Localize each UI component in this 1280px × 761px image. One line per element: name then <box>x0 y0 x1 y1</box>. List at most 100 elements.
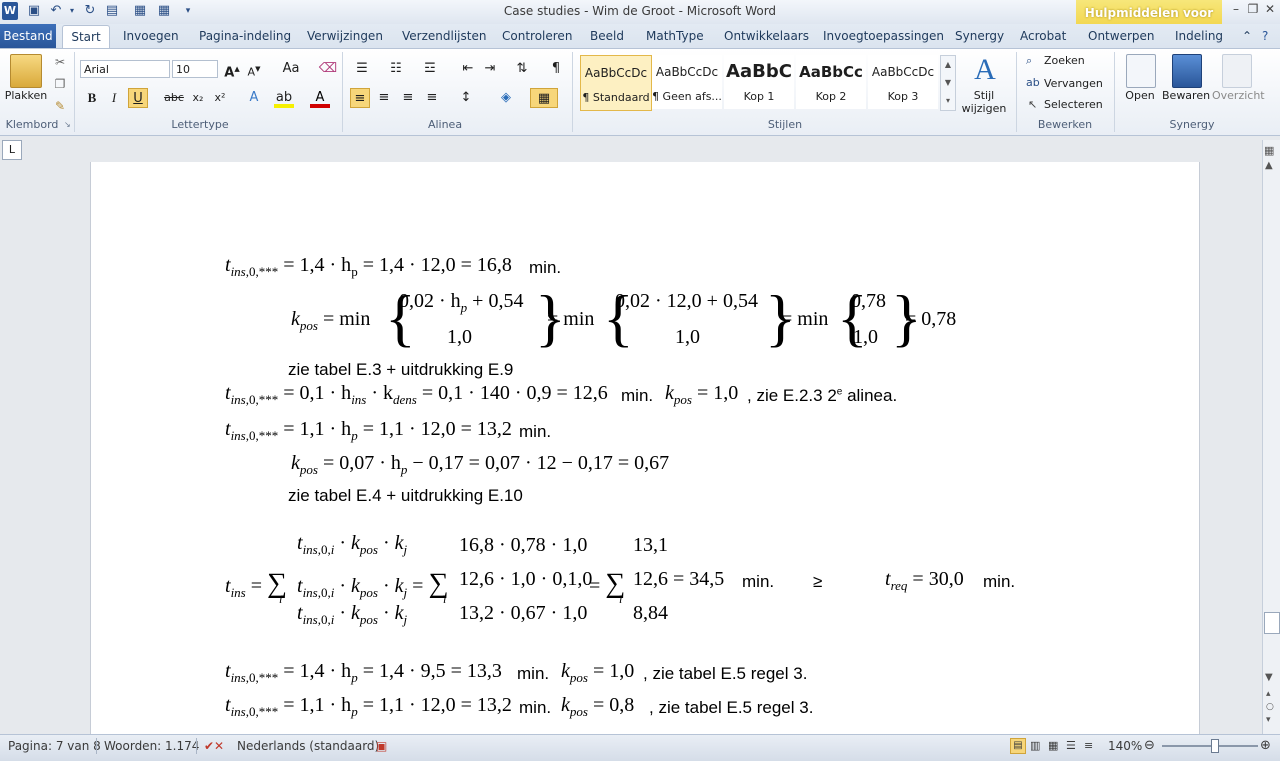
print-layout-icon[interactable]: ▤ <box>104 3 120 19</box>
sort-icon[interactable]: ⇅ <box>512 59 532 79</box>
tab-selector[interactable]: L <box>2 140 22 160</box>
multilevel-list-icon[interactable]: ☲ <box>420 59 440 79</box>
browse-icons[interactable]: ▴ ○ ▾ <box>1266 688 1274 727</box>
align-right-icon[interactable]: ≡ <box>398 88 418 108</box>
synergy-overview-button[interactable]: Overzicht <box>1212 89 1265 102</box>
undo-dropdown-icon[interactable]: ▾ <box>64 3 80 19</box>
ruler-toggle-icon[interactable]: ▦ <box>1264 144 1274 157</box>
customize-toolbar-icon[interactable]: ▾ <box>180 3 196 19</box>
outline-view-icon[interactable]: ☰ <box>1066 738 1076 754</box>
tab-ontwikkelaars[interactable]: Ontwikkelaars <box>724 28 809 44</box>
increase-indent-icon[interactable]: ⇥ <box>480 59 500 79</box>
zoom-slider[interactable] <box>1162 745 1258 747</box>
clear-format-icon[interactable]: ⌫ <box>318 59 338 79</box>
borders-icon[interactable]: ▦ <box>530 88 558 108</box>
change-case-icon[interactable]: Aa <box>278 59 304 79</box>
change-styles-icon[interactable]: A <box>968 54 1002 86</box>
font-name-select[interactable]: Arial <box>80 60 170 78</box>
format-painter-icon[interactable]: ✎ <box>50 96 70 116</box>
font-size-select[interactable]: 10 <box>172 60 218 78</box>
web-layout-view-icon[interactable]: ▦ <box>1048 738 1058 754</box>
restore-icon[interactable]: ❐ <box>1245 2 1261 16</box>
paste-icon[interactable] <box>10 54 42 88</box>
save-icon[interactable]: ▣ <box>26 3 42 19</box>
font-color-icon[interactable]: A <box>310 88 330 108</box>
underline-icon[interactable]: U <box>128 88 148 108</box>
find-button[interactable]: Zoeken <box>1044 54 1085 67</box>
tab-verzendlijsten[interactable]: Verzendlijsten <box>402 28 486 44</box>
ribbon-collapse-icon[interactable]: ⌃ <box>1242 28 1252 44</box>
macro-record-icon[interactable]: ▣ <box>376 738 387 754</box>
italic-icon[interactable]: I <box>104 88 124 108</box>
bullets-icon[interactable]: ☰ <box>352 59 372 79</box>
save-to-synergy-icon[interactable] <box>1172 54 1202 88</box>
grow-font-icon[interactable]: A▲ <box>222 59 242 80</box>
language-indicator[interactable]: Nederlands (standaard) <box>237 738 379 754</box>
paste-button[interactable]: Plakken <box>4 89 48 102</box>
replace-button[interactable]: Vervangen <box>1044 77 1103 90</box>
synergy-save-button[interactable]: Bewaren <box>1162 89 1210 102</box>
change-styles-button[interactable]: Stijl wijzigen <box>956 89 1012 115</box>
full-screen-view-icon[interactable]: ▥ <box>1030 738 1040 754</box>
line-spacing-icon[interactable]: ↕ <box>456 88 476 108</box>
help-icon[interactable]: ? <box>1262 28 1268 44</box>
select-icon[interactable]: ↖ <box>1028 98 1037 111</box>
superscript-icon[interactable]: x² <box>210 88 230 108</box>
grid-icon[interactable]: ▦ <box>156 3 172 19</box>
page-count[interactable]: Pagina: 7 van 8 <box>8 738 101 754</box>
highlight-icon[interactable]: ab <box>274 88 294 108</box>
zoom-in-icon[interactable]: ⊕ <box>1260 738 1271 754</box>
cut-icon[interactable]: ✂ <box>50 52 70 72</box>
zoom-out-icon[interactable]: ⊖ <box>1144 738 1155 754</box>
tab-verwijzingen[interactable]: Verwijzingen <box>307 28 383 44</box>
close-icon[interactable]: ✕ <box>1262 2 1278 16</box>
table-icon[interactable]: ▦ <box>132 3 148 19</box>
styles-scroll-icon[interactable]: ▲ ▼ ▾ <box>940 55 956 111</box>
scroll-down-icon[interactable]: ▼ <box>1265 672 1273 683</box>
style-standaard[interactable]: AaBbCcDc ¶ Standaard <box>580 55 652 111</box>
style-kop-1[interactable]: AaBbC Kop 1 <box>724 55 794 109</box>
print-layout-view-icon[interactable]: ▤ <box>1010 738 1026 754</box>
style-kop-3[interactable]: AaBbCcDc Kop 3 <box>868 55 938 109</box>
replace-icon[interactable]: ab <box>1026 76 1040 89</box>
document-page[interactable]: tins,0,*** = 1,4 · hp = 1,4 · 12,0 = 16,… <box>90 162 1200 734</box>
align-center-icon[interactable]: ≡ <box>374 88 394 108</box>
shrink-font-icon[interactable]: A▼ <box>244 59 264 79</box>
tab-indeling[interactable]: Indeling <box>1175 28 1223 44</box>
tab-controleren[interactable]: Controleren <box>502 28 572 44</box>
contextual-tab-table-tools[interactable]: Hulpmiddelen voor tabe... <box>1076 0 1222 46</box>
undo-icon[interactable]: ↶ <box>48 3 64 19</box>
word-app-icon[interactable]: W <box>2 2 18 20</box>
minimize-icon[interactable]: – <box>1228 2 1244 16</box>
scroll-thumb[interactable] <box>1264 612 1280 634</box>
justify-icon[interactable]: ≡ <box>422 88 442 108</box>
strikethrough-icon[interactable]: abc <box>164 88 184 108</box>
tab-ontwerpen[interactable]: Ontwerpen <box>1088 28 1155 44</box>
tab-file[interactable]: Bestand <box>0 24 56 48</box>
zoom-slider-thumb[interactable] <box>1211 739 1219 753</box>
overview-icon[interactable] <box>1222 54 1252 88</box>
bold-icon[interactable]: B <box>82 88 102 108</box>
synergy-open-button[interactable]: Open <box>1120 89 1160 102</box>
select-button[interactable]: Selecteren <box>1044 98 1103 111</box>
text-effects-icon[interactable]: A <box>244 88 264 108</box>
tab-start[interactable]: Start <box>62 25 110 50</box>
tab-pagina-indeling[interactable]: Pagina-indeling <box>199 28 291 44</box>
tab-invoegtoepassingen[interactable]: Invoegtoepassingen <box>823 28 944 44</box>
word-count[interactable]: Woorden: 1.174 <box>104 738 199 754</box>
find-icon[interactable]: ⌕ <box>1026 54 1032 68</box>
clipboard-launcher-icon[interactable]: ↘ <box>64 120 71 129</box>
vertical-scrollbar[interactable] <box>1262 140 1280 734</box>
tab-beeld[interactable]: Beeld <box>590 28 624 44</box>
decrease-indent-icon[interactable]: ⇤ <box>458 59 478 79</box>
shading-icon[interactable]: ◈ <box>496 88 516 108</box>
subscript-icon[interactable]: x₂ <box>188 88 208 108</box>
redo-icon[interactable]: ↻ <box>82 3 98 19</box>
copy-icon[interactable]: ❐ <box>50 74 70 94</box>
show-marks-icon[interactable]: ¶ <box>546 59 566 79</box>
numbering-icon[interactable]: ☷ <box>386 59 406 79</box>
zoom-level[interactable]: 140% <box>1108 738 1142 754</box>
style-geen-afstand[interactable]: AaBbCcDc ¶ Geen afs... <box>652 55 722 109</box>
style-kop-2[interactable]: AaBbCc Kop 2 <box>796 55 866 109</box>
proofing-icon[interactable]: ✔✕ <box>204 738 224 754</box>
